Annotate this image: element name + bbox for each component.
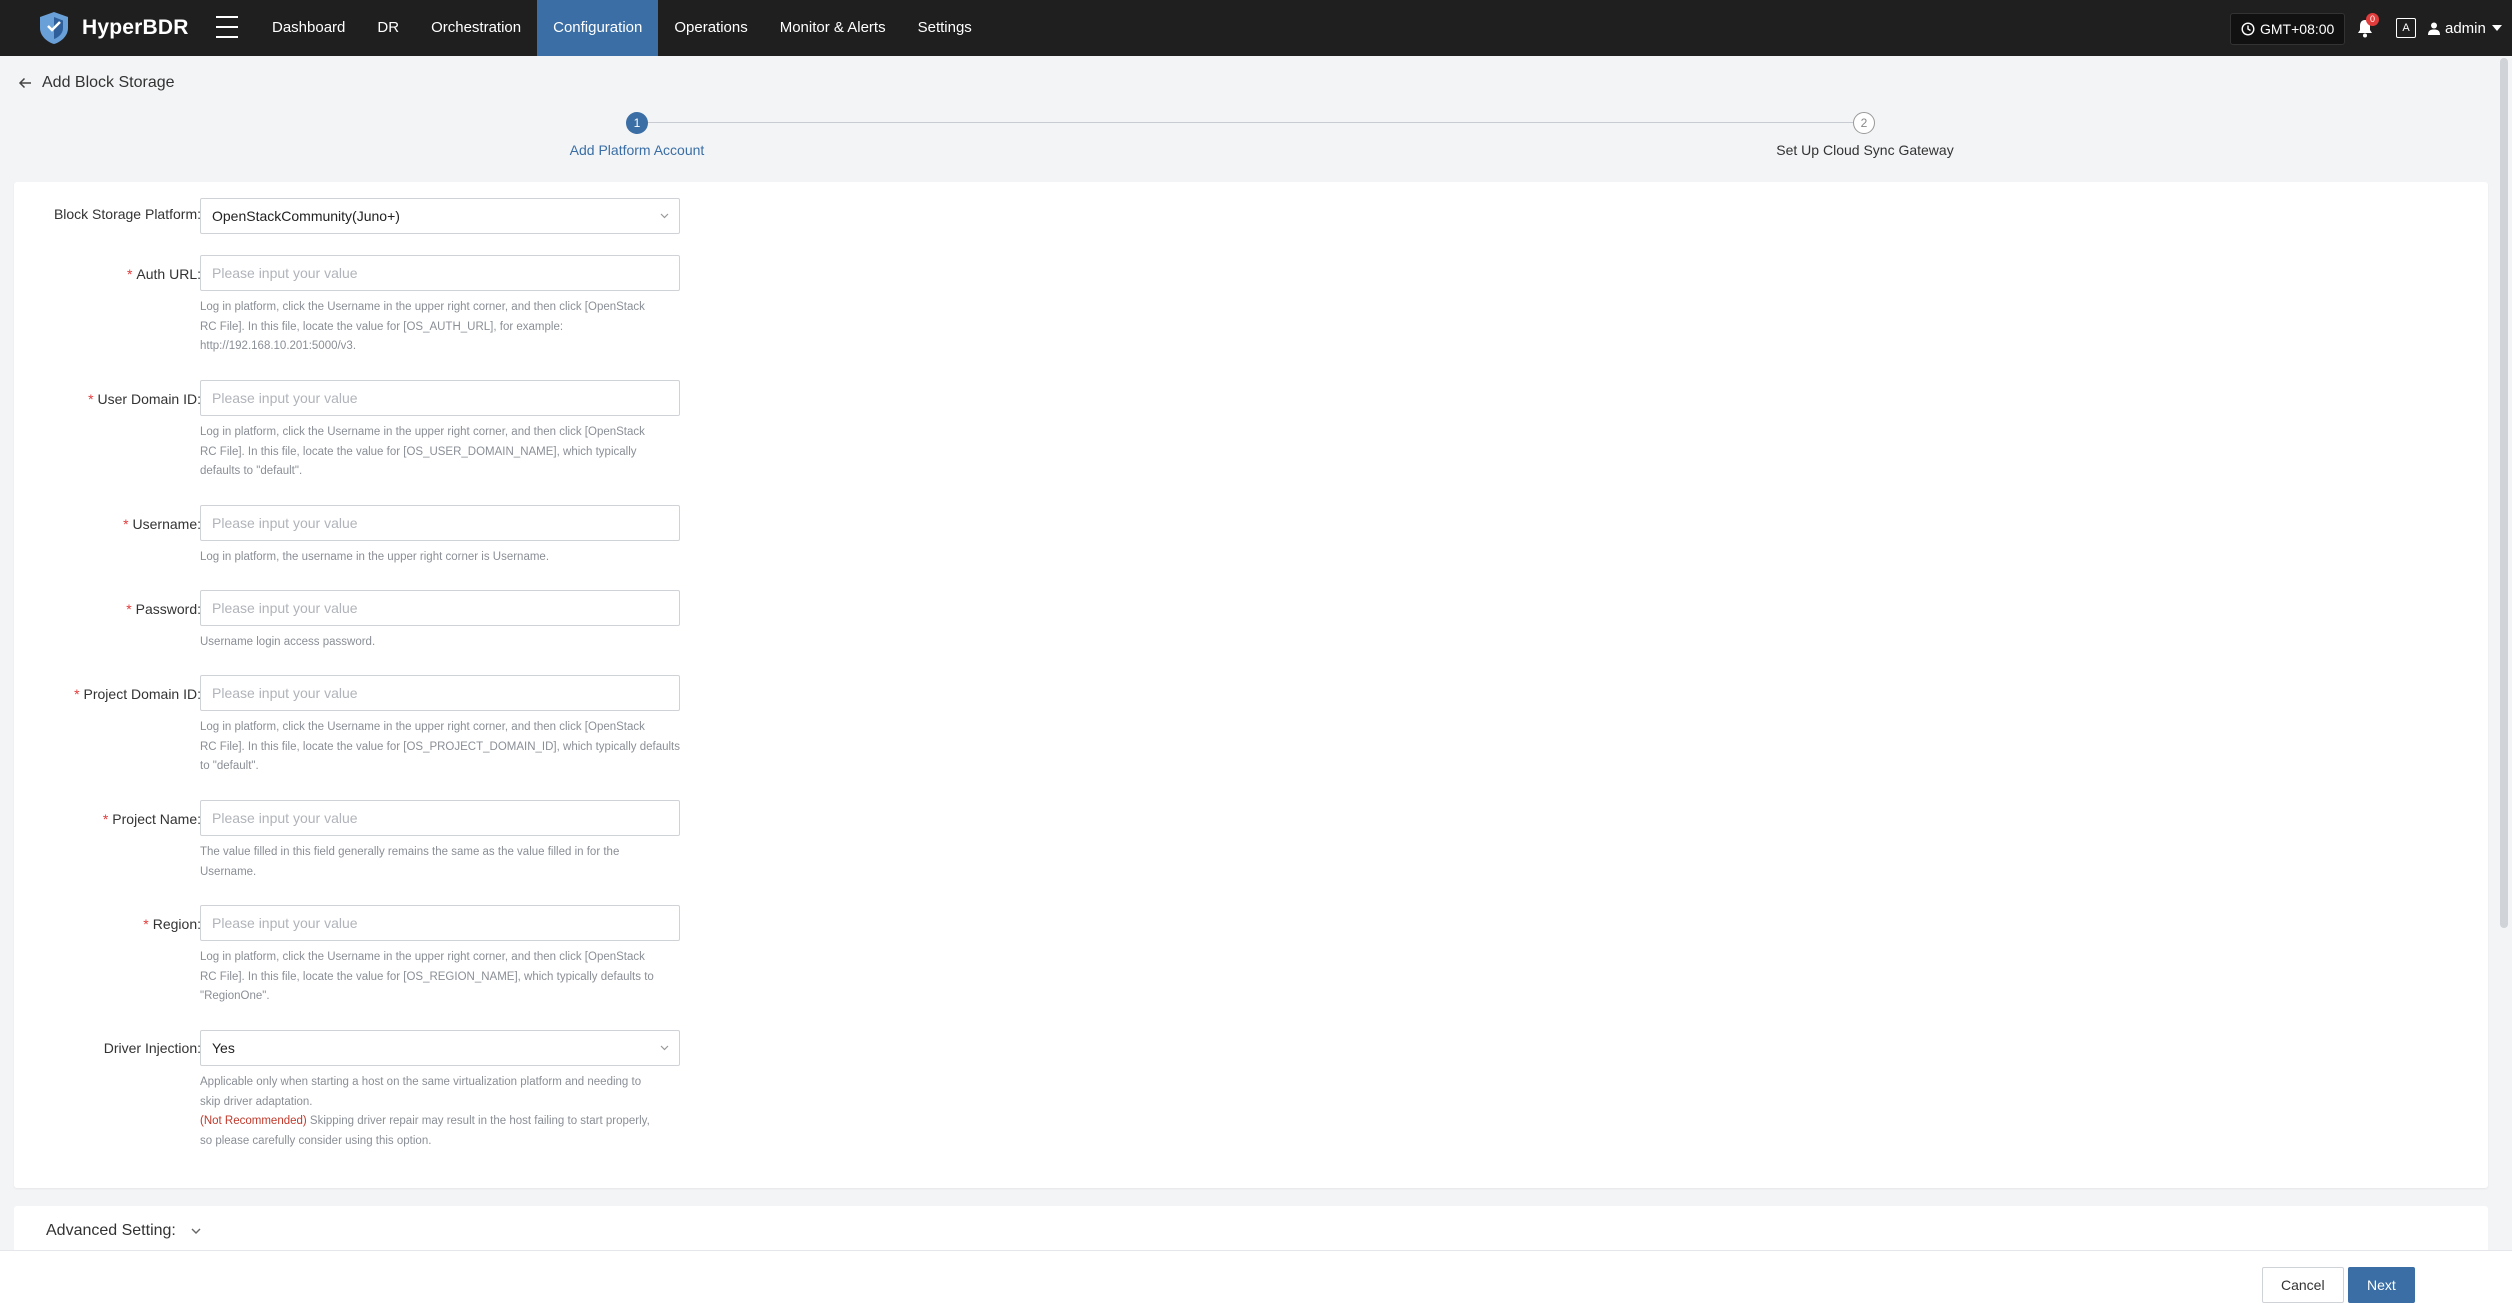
username-field[interactable] [200, 505, 680, 541]
platform-selected-value: OpenStackCommunity(Juno+) [212, 208, 400, 224]
nav-configuration[interactable]: Configuration [537, 0, 659, 56]
auth-url-hint: Log in platform, click the Username in t… [200, 301, 645, 352]
chevron-down-icon [660, 1045, 669, 1051]
nav-orchestration[interactable]: Orchestration [415, 0, 537, 56]
project-domain-id-field[interactable] [200, 675, 680, 711]
main-nav: Dashboard DR Orchestration Configuration… [256, 0, 988, 56]
project-domain-id-hint: Log in platform, click the Username in t… [200, 721, 680, 772]
project-name-input[interactable] [201, 801, 679, 835]
region-input[interactable] [201, 906, 679, 940]
page-title: Add Block Storage [42, 74, 175, 91]
nav-operations[interactable]: Operations [658, 0, 763, 56]
auth-url-field[interactable] [200, 255, 680, 291]
page-scrollbar[interactable] [2500, 58, 2508, 928]
nav-monitor-alerts[interactable]: Monitor & Alerts [764, 0, 902, 56]
step-2-label: Set Up Cloud Sync Gateway [1776, 142, 1954, 158]
project-name-field[interactable] [200, 800, 680, 836]
username-input[interactable] [201, 506, 679, 540]
project-domain-id-input[interactable] [201, 676, 679, 710]
region-hint: Log in platform, click the Username in t… [200, 951, 654, 1002]
timezone-label: GMT+08:00 [2260, 21, 2335, 37]
driver-injection-hint: Applicable only when starting a host on … [200, 1076, 650, 1147]
nav-dr[interactable]: DR [361, 0, 415, 56]
password-field[interactable] [200, 590, 680, 626]
user-icon [2428, 22, 2440, 35]
chevron-down-icon [191, 1228, 201, 1234]
nav-settings[interactable]: Settings [902, 0, 988, 56]
top-navigation-bar: HyperBDR Dashboard DR Orchestration Conf… [0, 0, 2512, 56]
menu-toggle-icon[interactable] [216, 16, 238, 38]
user-domain-id-label: * User Domain ID: [88, 391, 201, 407]
driver-injection-label: Driver Injection: [103, 1040, 201, 1056]
notification-count-badge: 0 [2366, 13, 2379, 26]
nav-dashboard[interactable]: Dashboard [256, 0, 361, 56]
platform-label: Block Storage Platform: [53, 206, 201, 222]
auth-url-input[interactable] [201, 256, 679, 290]
clock-icon [2241, 22, 2255, 36]
username-hint: Log in platform, the username in the upp… [200, 551, 550, 563]
driver-injection-selected-value: Yes [212, 1040, 235, 1056]
chevron-down-icon [2491, 25, 2502, 31]
user-menu[interactable]: admin [2428, 0, 2502, 56]
language-icon[interactable]: A [2396, 18, 2416, 38]
step-1-label: Add Platform Account [569, 142, 705, 158]
arrow-left-icon [18, 77, 31, 89]
steps-connector-line [645, 122, 1860, 123]
username-label: admin [2445, 19, 2486, 37]
auth-url-label: * Auth URL: [126, 266, 201, 282]
password-input[interactable] [201, 591, 679, 625]
user-domain-id-field[interactable] [200, 380, 680, 416]
password-label: * Password: [126, 601, 201, 617]
form-footer: Cancel Next [0, 1250, 2512, 1315]
project-name-label: * Project Name: [102, 811, 201, 827]
platform-select[interactable]: OpenStackCommunity(Juno+) [200, 198, 680, 234]
region-field[interactable] [200, 905, 680, 941]
step-1-indicator: 1 [626, 112, 648, 134]
app-name: HyperBDR [82, 16, 189, 39]
region-label: * Region: [143, 916, 201, 932]
chevron-down-icon [660, 213, 669, 219]
advanced-setting-toggle[interactable]: Advanced Setting: [46, 1222, 202, 1240]
timezone-button[interactable]: GMT+08:00 [2230, 13, 2346, 45]
username-label: * Username: [123, 516, 201, 532]
user-domain-id-hint: Log in platform, click the Username in t… [200, 426, 645, 477]
project-domain-id-label: * Project Domain ID: [74, 686, 201, 702]
back-button[interactable]: Add Block Storage [18, 74, 175, 92]
user-domain-id-input[interactable] [201, 381, 679, 415]
platform-account-form: Block Storage Platform: OpenStackCommuni… [14, 182, 2488, 1188]
driver-injection-select[interactable]: Yes [200, 1030, 680, 1066]
step-2-indicator: 2 [1853, 112, 1875, 134]
not-recommended-warning: (Not Recommended) [200, 1115, 307, 1127]
next-button[interactable]: Next [2348, 1267, 2415, 1303]
advanced-setting-label: Advanced Setting: [46, 1222, 176, 1239]
app-logo[interactable]: HyperBDR [36, 10, 189, 46]
password-hint: Username login access password. [200, 636, 376, 648]
cancel-button[interactable]: Cancel [2262, 1267, 2344, 1303]
project-name-hint: The value filled in this field generally… [200, 846, 620, 878]
shield-logo-icon [40, 12, 68, 44]
